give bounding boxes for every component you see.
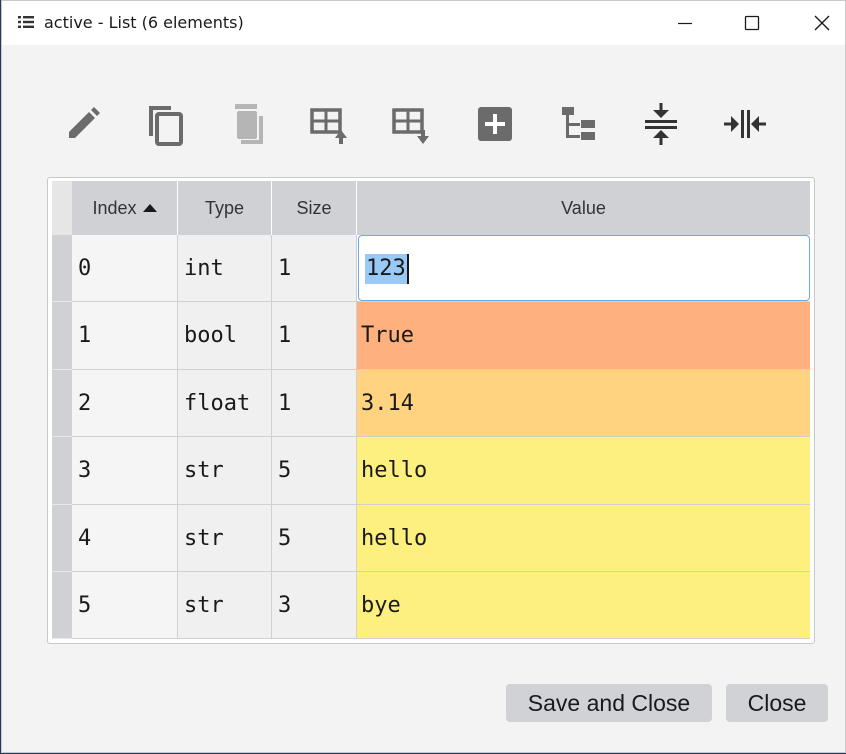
delete-button[interactable] <box>222 99 272 149</box>
table-corner <box>52 181 72 235</box>
delete-icon <box>235 104 263 144</box>
close-window-button[interactable] <box>799 1 845 45</box>
sort-ascending-icon <box>142 204 157 212</box>
minimize-button[interactable] <box>662 1 708 45</box>
type-cell-text: str <box>184 525 224 551</box>
size-cell-text: 1 <box>278 323 292 348</box>
selected-value-text: 123 <box>365 254 409 284</box>
table-cell-value[interactable]: True <box>357 302 810 370</box>
size-header-label: Size <box>296 197 332 218</box>
type-cell-text: int <box>184 255 224 281</box>
index-cell-text: 0 <box>78 255 92 281</box>
table-cell-value[interactable]: 3.14 <box>357 370 810 437</box>
maximize-icon <box>744 15 760 31</box>
copy-button[interactable] <box>140 99 190 149</box>
type-cell-text: str <box>184 592 224 618</box>
table-cell-index[interactable]: 1 <box>72 302 178 370</box>
value-cell-text: hello <box>361 458 428 483</box>
insert-below-icon <box>392 108 429 144</box>
tree-icon <box>562 107 595 140</box>
row-header[interactable] <box>52 235 72 302</box>
collapse-button[interactable] <box>636 99 686 149</box>
table-cell-value[interactable]: hello <box>357 437 810 505</box>
insert-below-button[interactable] <box>386 99 436 149</box>
row-header[interactable] <box>52 572 72 639</box>
table-cell-index[interactable]: 2 <box>72 370 178 437</box>
edit-button[interactable] <box>58 99 108 149</box>
column-header-value[interactable]: Value <box>357 181 810 235</box>
table-cell-size[interactable]: 5 <box>272 505 357 572</box>
table-cell-type[interactable]: int <box>178 235 272 302</box>
type-header-label: Type <box>204 197 245 218</box>
table-cell-index[interactable]: 5 <box>72 572 178 639</box>
value-cell-text: bye <box>361 592 401 618</box>
column-header-type[interactable]: Type <box>178 181 272 235</box>
row-header[interactable] <box>52 437 72 505</box>
type-cell-text: float <box>184 390 251 416</box>
index-cell-text: 5 <box>78 592 92 618</box>
value-cell-text: True <box>361 323 414 348</box>
list-table: Index Type Size Value 0int11231bool1True… <box>47 177 815 644</box>
save-and-close-label: Save and Close <box>527 689 691 716</box>
edit-icon <box>69 107 100 138</box>
table-cell-size[interactable]: 1 <box>272 302 357 370</box>
table-cell-value[interactable]: bye <box>357 572 810 639</box>
expand-icon <box>724 110 766 138</box>
value-cell-text: hello <box>361 525 428 551</box>
row-header[interactable] <box>52 505 72 572</box>
table-cell-index[interactable]: 3 <box>72 437 178 505</box>
minimize-icon <box>678 22 692 25</box>
tree-view-button[interactable] <box>554 99 604 149</box>
table-cell-size[interactable]: 5 <box>272 437 357 505</box>
row-header[interactable] <box>52 370 72 437</box>
close-label: Close <box>747 689 807 716</box>
size-cell-text: 1 <box>278 390 292 416</box>
table-cell-type[interactable]: str <box>178 572 272 639</box>
type-cell-text: str <box>184 458 224 483</box>
size-cell-text: 5 <box>278 458 292 483</box>
maximize-button[interactable] <box>729 1 775 45</box>
value-cell-text: 3.14 <box>361 390 414 416</box>
title-bar: active - List (6 elements) <box>2 1 845 45</box>
index-cell-text: 2 <box>78 390 92 416</box>
list-editor-window: active - List (6 elements) Index Type Si… <box>1 0 846 753</box>
insert-above-button[interactable] <box>304 99 354 149</box>
index-header-label: Index <box>92 197 137 218</box>
save-and-close-button[interactable]: Save and Close <box>506 684 712 722</box>
expand-button[interactable] <box>720 99 770 149</box>
list-icon <box>18 16 34 28</box>
table-cell-size[interactable]: 3 <box>272 572 357 639</box>
size-cell-text: 5 <box>278 525 292 551</box>
value-header-label: Value <box>561 197 606 218</box>
column-header-index[interactable]: Index <box>72 181 178 235</box>
table-cell-type[interactable]: str <box>178 505 272 572</box>
table-cell-type[interactable]: str <box>178 437 272 505</box>
insert-above-icon <box>310 108 347 144</box>
size-cell-text: 1 <box>278 255 292 281</box>
window-title: active - List (6 elements) <box>44 13 244 32</box>
collapse-icon <box>645 103 677 145</box>
type-cell-text: bool <box>184 323 237 348</box>
table-cell-type[interactable]: float <box>178 370 272 437</box>
table-cell-value[interactable]: hello <box>357 505 810 572</box>
index-cell-text: 3 <box>78 458 92 483</box>
index-cell-text: 1 <box>78 323 92 348</box>
value-editor-input[interactable]: 123 <box>358 235 810 301</box>
table-cell-size[interactable]: 1 <box>272 370 357 437</box>
close-button[interactable]: Close <box>726 684 828 722</box>
copy-icon <box>149 106 183 146</box>
row-header[interactable] <box>52 302 72 370</box>
add-icon <box>478 107 512 141</box>
table-cell-type[interactable]: bool <box>178 302 272 370</box>
table-cell-index[interactable]: 4 <box>72 505 178 572</box>
add-button[interactable] <box>470 99 520 149</box>
close-icon <box>814 15 830 31</box>
table-cell-size[interactable]: 1 <box>272 235 357 302</box>
size-cell-text: 3 <box>278 592 292 618</box>
index-cell-text: 4 <box>78 525 92 551</box>
column-header-size[interactable]: Size <box>272 181 357 235</box>
table-cell-index[interactable]: 0 <box>72 235 178 302</box>
